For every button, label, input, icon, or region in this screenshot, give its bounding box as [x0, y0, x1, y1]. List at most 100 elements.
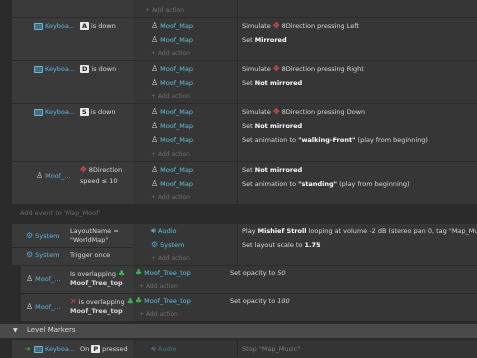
event-keyboard-p-actions[interactable]: 🔊︎ Audio Stop "Map_Music" [133, 340, 477, 358]
condition-object-name: Keyboa... [45, 22, 76, 30]
moof-sprite-icon: ♙ [151, 78, 159, 87]
add-action-link[interactable]: + Add action [139, 311, 178, 318]
event-keyboard-s-condition[interactable]: Keyboa... Sis down [12, 104, 133, 161]
condition-separator [12, 247, 133, 248]
group-collapse-chevron-icon[interactable]: ▼ [13, 327, 18, 334]
condition-text-line2: speed ≤ 10 [80, 177, 118, 185]
column-divider [237, 224, 238, 265]
tree-icon: ♣ [135, 296, 143, 305]
add-action-link[interactable]: + Add action [151, 151, 190, 158]
action-text[interactable]: Simulate ✥ 8Direction pressing Down [242, 107, 365, 117]
event-not-overlap-condition[interactable]: ♙ Moof_... ✕ is overlapping ♣ Moof_Tree_t… [21, 294, 134, 321]
event-keyboard-d-condition[interactable]: Keyboa... Dis down [12, 61, 133, 103]
action-text[interactable]: Simulate ✥ 8Direction pressing Left [242, 21, 359, 31]
event-overlap-tree[interactable]: ♙ Moof_... Is overlapping ♣ Moof_Tree_top… [21, 266, 477, 293]
action-text[interactable]: Stop "Map_Music" [242, 345, 300, 353]
action-text[interactable]: Set layout scale to 1.75 [242, 241, 321, 249]
gear-icon: ⚙ [26, 250, 34, 259]
action-object[interactable]: ♣ Moof_Tree_top [135, 269, 191, 278]
add-action-link[interactable]: + Add action [151, 93, 190, 100]
tree-icon: ♣ [118, 269, 126, 278]
condition-object[interactable]: ♙ Moof_... [26, 275, 60, 284]
condition-target: Moof_Tree_top [70, 307, 123, 315]
keyboard-icon [34, 108, 43, 116]
add-event-link[interactable]: Add event to 'Map_Moof' [20, 209, 100, 217]
condition-text: Sis down [80, 108, 116, 116]
group-level-markers[interactable]: ▼ Level Markers [0, 324, 477, 338]
event-not-overlap-tree[interactable]: ♙ Moof_... ✕ is overlapping ♣ Moof_Tree_t… [21, 294, 477, 321]
event-system-actions[interactable]: 🔊︎ Audio Play Mishief Stroll looping at v… [133, 224, 477, 265]
condition-object[interactable]: ⚙ System [26, 250, 59, 260]
condition-object[interactable]: ♙ Moof_... [36, 171, 70, 181]
action-object[interactable]: ♣ Moof_Tree_top [135, 296, 191, 306]
keyboard-icon [34, 65, 43, 73]
condition-object[interactable]: Keyboa... [34, 22, 75, 30]
moof-sprite-icon: ♙ [36, 171, 44, 180]
action-text[interactable]: Set Not mirrored [242, 79, 302, 87]
condition-object[interactable]: Keyboa... [34, 108, 75, 116]
event-overlap-condition[interactable]: ♙ Moof_... Is overlapping ♣ Moof_Tree_top [21, 266, 133, 293]
action-object[interactable]: ♙ Moof_Map [151, 180, 193, 189]
action-object[interactable]: 🔊︎ Audio [151, 227, 177, 236]
event-system-conditions[interactable]: ⚙ System LayoutName = "WorldMap" ⚙ System … [12, 224, 133, 265]
event-0-actions[interactable]: + Add action [133, 0, 477, 17]
action-text[interactable]: Simulate ✥ 8Direction pressing Right [242, 64, 364, 74]
action-text[interactable]: Set Not mirrored [242, 122, 302, 130]
action-object[interactable]: ⚙ System [151, 241, 184, 250]
event-keyboard-p-condition[interactable]: ➔ Keyboa... On Ppressed [12, 340, 133, 358]
action-object[interactable]: ♙ Moof_Map [151, 36, 193, 45]
event-moof-speed-actions[interactable]: ♙ Moof_Map Set Not mirrored ♙ Moof_Map Set… [133, 162, 477, 204]
event-keyboard-a[interactable]: Keyboa... Ais down ♙ Moof_Map Simulate ✥ … [12, 18, 477, 60]
action-text[interactable]: Play Mishief Stroll looping at volume -2… [242, 227, 477, 235]
action-object[interactable]: ♙ Moof_Map [151, 21, 193, 31]
event-keyboard-d[interactable]: Keyboa... Dis down ♙ Moof_Map Simulate ✥ … [12, 61, 477, 103]
condition-object[interactable]: Keyboa... [34, 345, 75, 353]
column-divider [237, 18, 238, 60]
8direction-behavior-icon: ✥ [272, 21, 280, 30]
action-text[interactable]: Set animation to "walking-Front" (play f… [242, 136, 428, 144]
condition-object[interactable]: Keyboa... [34, 65, 75, 73]
condition-text: ✕ is overlapping ♣ [70, 297, 134, 307]
moof-sprite-icon: ♙ [151, 21, 159, 30]
column-divider [237, 104, 238, 161]
event-moof-speed[interactable]: ♙ Moof_... ✥ 8Direction speed ≤ 10 ♙ Moof… [12, 162, 477, 204]
event-overlap-actions[interactable]: ♣ Moof_Tree_top Set opacity to 50 + Add a… [133, 266, 477, 293]
key-badge: A [80, 22, 90, 30]
add-action-link[interactable]: + Add action [151, 194, 190, 201]
action-object[interactable]: ♙ Moof_Map [151, 78, 193, 88]
event-keyboard-a-condition[interactable]: Keyboa... Ais down [12, 18, 133, 60]
action-object[interactable]: 🔊︎ Audio [151, 345, 177, 354]
action-object[interactable]: ♙ Moof_Map [151, 166, 193, 175]
event-keyboard-a-actions[interactable]: ♙ Moof_Map Simulate ✥ 8Direction pressing… [133, 18, 477, 60]
condition-object[interactable]: ⚙ System [26, 232, 59, 241]
action-text[interactable]: Set Mirrored [242, 36, 287, 44]
add-action-link[interactable]: + Add action [145, 7, 184, 14]
8direction-behavior-icon: ✥ [272, 107, 280, 116]
action-object[interactable]: ♙ Moof_Map [151, 122, 193, 131]
action-object[interactable]: ♙ Moof_Map [151, 108, 193, 117]
event-not-overlap-actions[interactable]: ♣ Moof_Tree_top Set opacity to 100 + Add … [133, 294, 477, 321]
add-action-link[interactable]: + Add action [151, 50, 190, 57]
action-object[interactable]: ♙ Moof_Map [151, 64, 193, 74]
event-keyboard-p[interactable]: ➔ Keyboa... On Ppressed 🔊︎ Audio Stop "Ma… [12, 340, 477, 358]
event-0-conditions[interactable] [12, 0, 133, 17]
key-badge: D [80, 65, 90, 73]
action-object[interactable]: ♙ Moof_Map [151, 136, 193, 145]
add-action-link[interactable]: + Add action [151, 255, 190, 262]
event-0[interactable]: + Add action [12, 0, 477, 17]
action-text[interactable]: Set opacity to 50 [230, 269, 286, 277]
event-moof-speed-condition[interactable]: ♙ Moof_... ✥ 8Direction speed ≤ 10 [12, 162, 133, 204]
condition-text: ✥ 8Direction [80, 165, 123, 175]
condition-object[interactable]: ♙ Moof_... [26, 303, 60, 312]
column-divider [237, 61, 238, 103]
action-text[interactable]: Set opacity to 100 [230, 297, 290, 305]
8direction-behavior-icon: ✥ [272, 64, 280, 73]
event-system-worldmap[interactable]: ⚙ System LayoutName = "WorldMap" ⚙ System … [12, 224, 477, 265]
moof-sprite-icon: ♙ [151, 64, 159, 73]
event-keyboard-s[interactable]: Keyboa... Sis down ♙ Moof_Map Simulate ✥ … [12, 104, 477, 161]
event-keyboard-d-actions[interactable]: ♙ Moof_Map Simulate ✥ 8Direction pressing… [133, 61, 477, 103]
event-keyboard-s-actions[interactable]: ♙ Moof_Map Simulate ✥ 8Direction pressing… [133, 104, 477, 161]
action-text[interactable]: Set Not mirrored [242, 166, 302, 174]
action-text[interactable]: Set animation to "standing" (play from b… [242, 180, 410, 188]
add-action-link[interactable]: + Add action [139, 283, 178, 290]
